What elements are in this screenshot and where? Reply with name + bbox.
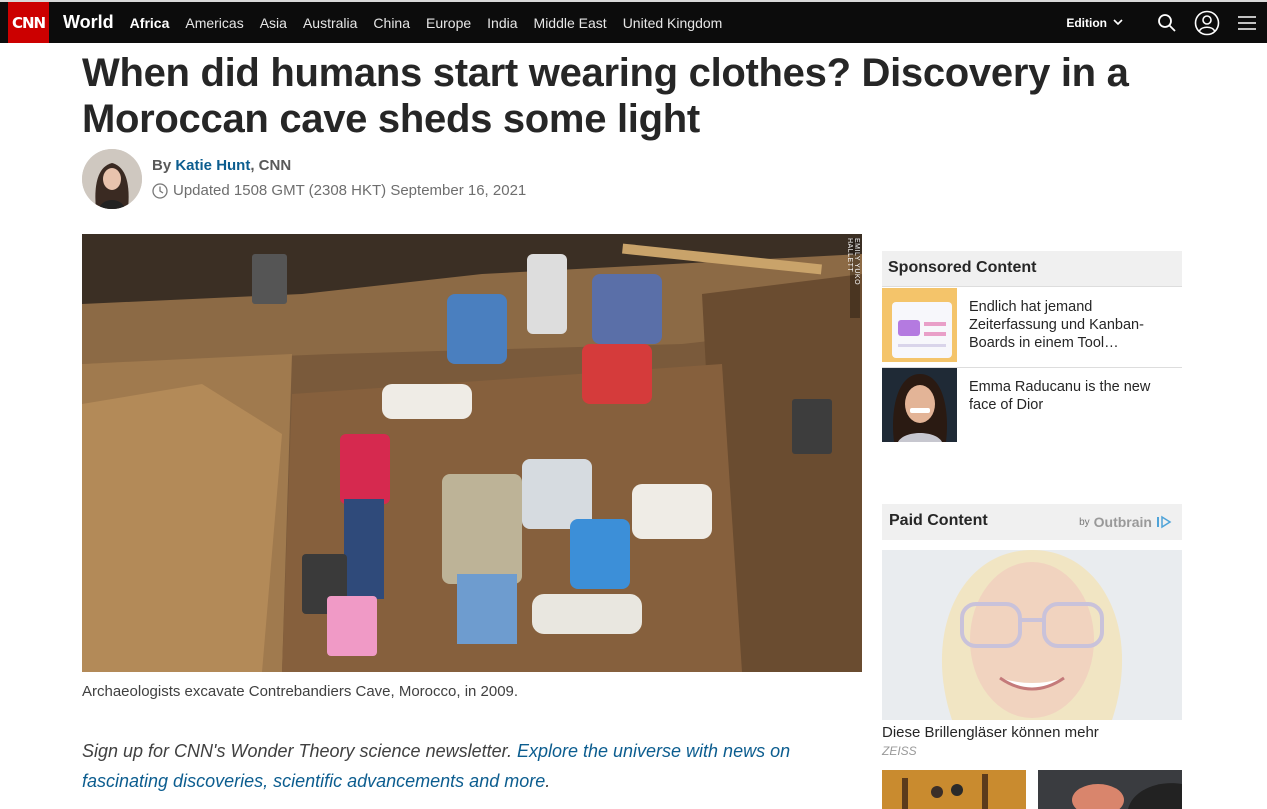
- author-link[interactable]: Katie Hunt: [175, 157, 250, 174]
- paid-content-header: Paid Content by Outbrain: [882, 504, 1182, 540]
- nav-link-americas[interactable]: Americas: [185, 15, 243, 31]
- section-title[interactable]: World: [63, 12, 114, 33]
- nav-link-united-kingdom[interactable]: United Kingdom: [623, 15, 723, 31]
- nav-right-controls: Edition: [1066, 2, 1267, 43]
- byline-suffix: , CNN: [250, 157, 292, 174]
- paid-content-image[interactable]: [882, 550, 1182, 720]
- sponsored-item-title[interactable]: Emma Raducanu is the new face of Dior: [969, 378, 1174, 414]
- edition-label: Edition: [1066, 15, 1107, 30]
- nav-link-asia[interactable]: Asia: [260, 15, 287, 31]
- sponsored-content-header: Sponsored Content: [882, 251, 1182, 287]
- article-headline: When did humans start wearing clothes? D…: [82, 51, 1129, 141]
- timestamp-text: Updated 1508 GMT (2308 HKT) September 16…: [173, 182, 527, 199]
- top-navigation: CNN World Africa Americas Asia Australia…: [0, 0, 1267, 43]
- edition-selector[interactable]: Edition: [1066, 16, 1123, 30]
- sponsored-item[interactable]: Emma Raducanu is the new face of Dior: [882, 368, 1182, 444]
- sponsored-item[interactable]: Endlich hat jemand Zeiterfassung und Kan…: [882, 288, 1182, 364]
- outbrain-attribution[interactable]: by Outbrain: [1079, 514, 1172, 530]
- clock-icon: [152, 182, 168, 199]
- region-nav: Africa Americas Asia Australia China Eur…: [130, 15, 723, 31]
- menu-icon[interactable]: [1227, 2, 1267, 43]
- adchoices-icon[interactable]: [1156, 515, 1172, 529]
- nav-link-china[interactable]: China: [373, 15, 410, 31]
- paid-item-title[interactable]: Diese Brillengläser können mehr: [882, 724, 1099, 741]
- author-avatar[interactable]: [82, 149, 142, 209]
- nav-link-middle-east[interactable]: Middle East: [534, 15, 607, 31]
- cnn-logo[interactable]: CNN: [8, 2, 49, 43]
- paid-item-source: ZEISS: [882, 744, 917, 758]
- newsletter-promo: Sign up for CNN's Wonder Theory science …: [82, 736, 842, 796]
- nav-link-europe[interactable]: Europe: [426, 15, 471, 31]
- sponsored-thumbnail[interactable]: [882, 288, 957, 362]
- nav-link-india[interactable]: India: [487, 15, 517, 31]
- image-caption: Archaeologists excavate Contrebandiers C…: [82, 683, 519, 700]
- chevron-down-icon: [1113, 19, 1123, 26]
- promo-end: .: [545, 771, 551, 791]
- paid-content-title: Paid Content: [889, 512, 988, 529]
- image-credit: EMILY YUKO HALLETT: [846, 238, 860, 318]
- paid-thumbnail[interactable]: [1038, 770, 1182, 809]
- article-main-image[interactable]: EMILY YUKO HALLETT: [82, 234, 862, 672]
- sponsored-item-title[interactable]: Endlich hat jemand Zeiterfassung und Kan…: [969, 298, 1174, 352]
- nav-link-australia[interactable]: Australia: [303, 15, 357, 31]
- account-icon[interactable]: [1187, 2, 1227, 43]
- paid-by-label: by: [1079, 516, 1090, 528]
- sponsored-thumbnail[interactable]: [882, 368, 957, 442]
- paid-thumbnail[interactable]: [882, 770, 1026, 809]
- byline: By Katie Hunt, CNN: [152, 157, 291, 174]
- update-timestamp: Updated 1508 GMT (2308 HKT) September 16…: [152, 182, 526, 199]
- outbrain-logo: Outbrain: [1093, 514, 1152, 530]
- search-icon[interactable]: [1147, 2, 1187, 43]
- nav-link-africa[interactable]: Africa: [130, 15, 170, 31]
- promo-text: Sign up for CNN's Wonder Theory science …: [82, 741, 517, 761]
- byline-prefix: By: [152, 157, 176, 174]
